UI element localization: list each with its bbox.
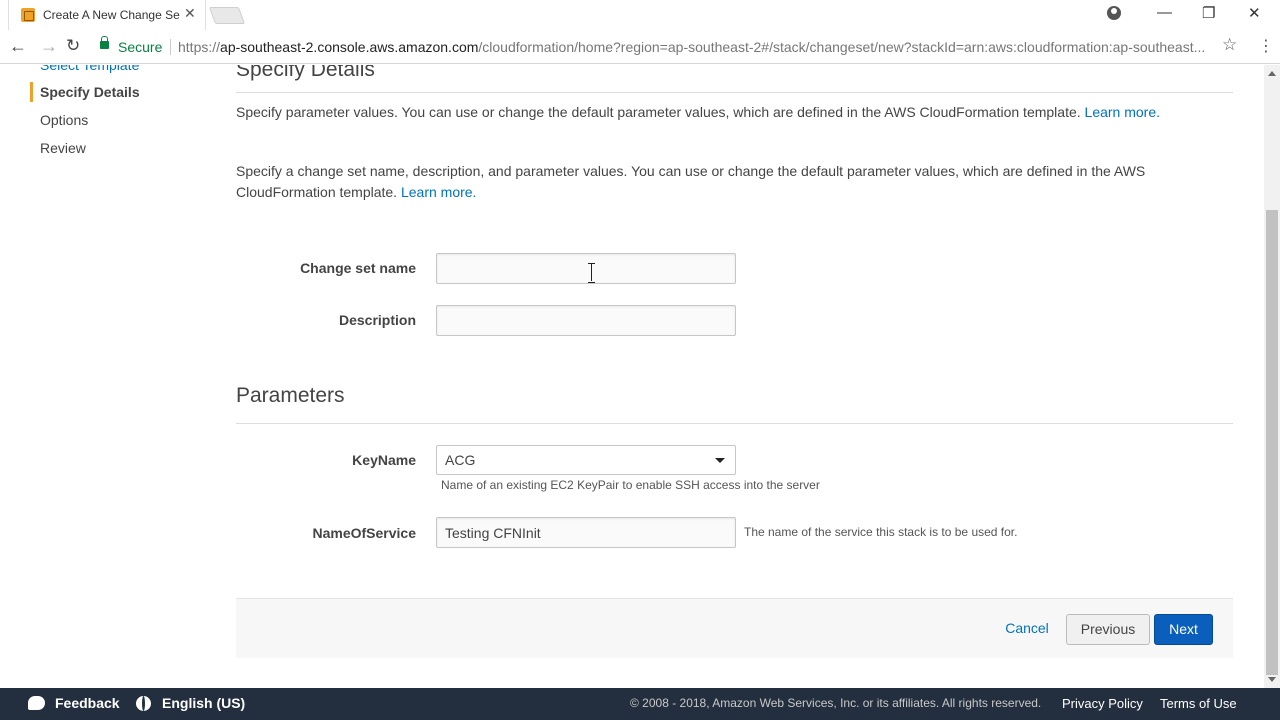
secure-label: Secure [118, 39, 163, 55]
back-icon[interactable]: ← [9, 36, 27, 57]
previous-button[interactable]: Previous [1066, 614, 1150, 645]
intro-text: Specify parameter values. You can use or… [236, 104, 1081, 120]
intro-learn-more-link[interactable]: Learn more. [1085, 104, 1160, 120]
url-scheme: https:// [178, 39, 221, 55]
new-tab-button[interactable] [208, 7, 246, 24]
nameofservice-input[interactable] [436, 517, 736, 548]
sidebar-item-review[interactable]: Review [40, 140, 86, 156]
page-content: Select Template Specify Details Options … [0, 65, 1264, 688]
scrollbar-thumb[interactable] [1266, 210, 1278, 675]
account-icon[interactable] [1107, 6, 1121, 20]
next-button[interactable]: Next [1154, 614, 1213, 645]
address-bar[interactable]: Secure https://ap-southeast-2.console.aw… [92, 33, 1244, 61]
scroll-up-arrow-icon[interactable] [1268, 71, 1276, 76]
change-set-name-label: Change set name [300, 260, 416, 276]
wizard-actions-bar: Cancel Previous Next [236, 598, 1233, 658]
reload-icon[interactable]: ↻ [66, 36, 80, 56]
nameofservice-label: NameOfService [312, 525, 416, 541]
sidebar-item-select-template[interactable]: Select Template [40, 65, 139, 73]
keyname-selected-value: ACG [445, 452, 476, 468]
active-step-indicator [30, 82, 33, 102]
url-host: ap-southeast-2.console.aws.amazon.com [220, 39, 479, 55]
window-close-icon[interactable]: ✕ [1248, 4, 1261, 22]
url-text[interactable]: https://ap-southeast-2.console.aws.amazo… [178, 39, 1218, 55]
chrome-menu-icon[interactable]: ⋮ [1258, 36, 1274, 56]
minimize-icon[interactable]: — [1157, 4, 1172, 21]
text-cursor-icon [588, 263, 595, 283]
browser-tab[interactable]: Create A New Change Se ✕ [8, 0, 206, 30]
page-title: Specify Details [236, 65, 375, 81]
bookmark-star-icon[interactable]: ☆ [1222, 35, 1237, 55]
page-scrollbar[interactable] [1264, 65, 1280, 688]
keyname-select[interactable]: ACG [436, 445, 736, 475]
sidebar-item-specify-details[interactable]: Specify Details [40, 84, 140, 100]
url-path: /cloudformation/home?region=ap-southeast… [478, 39, 1206, 55]
keyname-label: KeyName [352, 452, 416, 468]
description-label: Description [338, 312, 416, 328]
parameters-divider [236, 423, 1233, 424]
sidebar-item-options[interactable]: Options [40, 112, 88, 128]
feedback-bubble-icon[interactable] [28, 696, 45, 710]
omnibox-divider [170, 39, 171, 55]
title-divider [236, 92, 1233, 93]
forward-icon[interactable]: → [40, 36, 58, 57]
tab-title: Create A New Change Se [43, 8, 180, 22]
feedback-link[interactable]: Feedback [55, 695, 120, 711]
change-set-name-input[interactable] [436, 253, 736, 284]
language-selector[interactable]: English (US) [162, 695, 245, 711]
intro-paragraph: Specify parameter values. You can use or… [236, 102, 1226, 123]
tab-close-icon[interactable]: ✕ [184, 5, 196, 22]
aws-favicon-icon [21, 8, 35, 22]
chevron-down-icon [715, 458, 725, 463]
browser-toolbar: ← → ↻ Secure https://ap-southeast-2.cons… [0, 30, 1280, 64]
changeset-text: Specify a change set name, description, … [236, 163, 1146, 200]
privacy-policy-link[interactable]: Privacy Policy [1062, 696, 1143, 711]
description-input[interactable] [436, 305, 736, 336]
globe-icon[interactable] [136, 696, 151, 711]
copyright-text: © 2008 - 2018, Amazon Web Services, Inc.… [630, 696, 1042, 710]
scroll-down-arrow-icon[interactable] [1268, 677, 1276, 682]
parameters-heading: Parameters [236, 384, 345, 407]
changeset-paragraph: Specify a change set name, description, … [236, 161, 1156, 203]
console-footer: Feedback English (US) © 2008 - 2018, Ama… [0, 688, 1280, 720]
restore-icon[interactable]: ❐ [1202, 4, 1215, 22]
changeset-learn-more-link[interactable]: Learn more. [401, 184, 476, 200]
browser-tab-strip: Create A New Change Se ✕ — ❐ ✕ [0, 0, 1280, 30]
cancel-button[interactable]: Cancel [1005, 614, 1049, 645]
nameofservice-help-text: The name of the service this stack is to… [744, 525, 1018, 539]
keyname-help-text: Name of an existing EC2 KeyPair to enabl… [441, 478, 820, 492]
lock-icon [100, 36, 109, 49]
terms-of-use-link[interactable]: Terms of Use [1160, 696, 1237, 711]
